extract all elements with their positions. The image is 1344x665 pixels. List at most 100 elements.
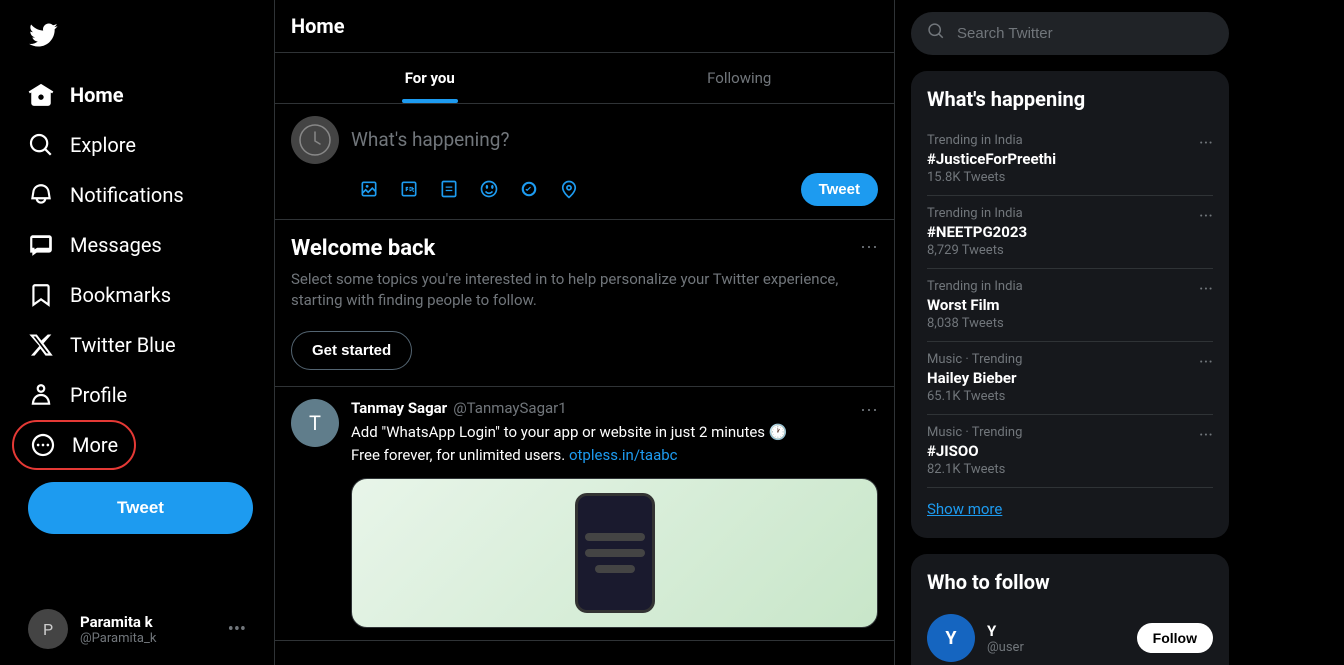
tweet-more-button[interactable]: ··· bbox=[860, 399, 878, 420]
compose-box: What's happening? bbox=[275, 104, 894, 220]
welcome-card-more-button[interactable]: ··· bbox=[860, 236, 878, 257]
trend-context-3: Music · Trending bbox=[927, 352, 1022, 367]
trend-count-4: 82.1K Tweets bbox=[927, 462, 1022, 477]
user-info: Paramita k @Paramita_k bbox=[80, 613, 228, 646]
welcome-card: ··· Welcome back Select some topics you'… bbox=[275, 220, 894, 387]
trend-more-icon-3[interactable]: ··· bbox=[1199, 352, 1213, 373]
main-header: Home bbox=[275, 0, 894, 53]
compose-actions: Tweet bbox=[351, 171, 878, 207]
sidebar-item-twitter-blue[interactable]: Twitter Blue bbox=[12, 320, 192, 370]
compose-emoji-icon[interactable] bbox=[471, 171, 507, 207]
notifications-icon bbox=[28, 182, 54, 208]
get-started-button[interactable]: Get started bbox=[291, 331, 412, 370]
trend-item-3[interactable]: Music · Trending Hailey Bieber 65.1K Twe… bbox=[927, 342, 1213, 415]
compose-avatar bbox=[291, 116, 339, 164]
follow-button-0[interactable]: Follow bbox=[1137, 623, 1213, 653]
trending-card: What's happening Trending in India #Just… bbox=[911, 71, 1229, 538]
sidebar-item-profile[interactable]: Profile bbox=[12, 370, 143, 420]
sidebar-item-notifications[interactable]: Notifications bbox=[12, 170, 200, 220]
tweet-user-info: Tanmay Sagar @TanmaySagar1 bbox=[351, 399, 567, 417]
compose-right: What's happening? bbox=[351, 116, 878, 207]
tab-for-you[interactable]: For you bbox=[275, 53, 585, 103]
trend-context-0: Trending in India bbox=[927, 133, 1056, 148]
trend-name-4: #JISOO bbox=[927, 442, 1022, 460]
messages-icon bbox=[28, 232, 54, 258]
show-more-link[interactable]: Show more bbox=[927, 488, 1213, 522]
sidebar-item-notifications-label: Notifications bbox=[70, 183, 184, 207]
home-icon bbox=[28, 82, 54, 108]
tab-following[interactable]: Following bbox=[585, 53, 895, 103]
sidebar-item-twitter-blue-label: Twitter Blue bbox=[70, 333, 176, 357]
trend-name-3: Hailey Bieber bbox=[927, 369, 1022, 387]
trend-more-icon-0[interactable]: ··· bbox=[1199, 133, 1213, 154]
welcome-title: Welcome back bbox=[291, 236, 878, 261]
home-title: Home bbox=[291, 14, 345, 38]
trend-context-2: Trending in India bbox=[927, 279, 1023, 294]
sidebar-item-home-label: Home bbox=[70, 83, 124, 107]
follow-handle-0: @user bbox=[987, 640, 1125, 655]
trend-count-3: 65.1K Tweets bbox=[927, 389, 1022, 404]
phone-mockup bbox=[575, 493, 655, 613]
right-sidebar: What's happening Trending in India #Just… bbox=[895, 0, 1245, 665]
user-handle: @Paramita_k bbox=[80, 631, 228, 646]
bookmarks-icon bbox=[28, 282, 54, 308]
follow-info-0: Y @user bbox=[987, 622, 1125, 655]
compose-tweet-button[interactable]: Tweet bbox=[801, 173, 878, 206]
compose-schedule-icon[interactable] bbox=[511, 171, 547, 207]
tweet-card: T Tanmay Sagar @TanmaySagar1 ··· Add "Wh… bbox=[275, 387, 894, 641]
compose-placeholder[interactable]: What's happening? bbox=[351, 116, 878, 171]
follow-name-0: Y bbox=[987, 622, 1125, 640]
tweet-link[interactable]: otpless.in/taabc bbox=[569, 446, 678, 464]
tweet-button[interactable]: Tweet bbox=[28, 482, 253, 534]
trend-item-1[interactable]: Trending in India #NEETPG2023 8,729 Twee… bbox=[927, 196, 1213, 269]
tweet-avatar: T bbox=[291, 399, 339, 447]
user-menu-icon: ••• bbox=[228, 619, 246, 640]
twitter-blue-icon bbox=[28, 332, 54, 358]
compose-image-icon[interactable] bbox=[351, 171, 387, 207]
trend-name-2: Worst Film bbox=[927, 296, 1023, 314]
sidebar-item-messages[interactable]: Messages bbox=[12, 220, 178, 270]
compose-list-icon[interactable] bbox=[431, 171, 467, 207]
trend-item-0[interactable]: Trending in India #JusticeForPreethi 15.… bbox=[927, 123, 1213, 196]
trend-item-2[interactable]: Trending in India Worst Film 8,038 Tweet… bbox=[927, 269, 1213, 342]
follow-avatar-0: Y bbox=[927, 614, 975, 662]
trend-count-0: 15.8K Tweets bbox=[927, 170, 1056, 185]
tweet-handle: @TanmaySagar1 bbox=[453, 399, 567, 417]
who-to-follow-title: Who to follow bbox=[927, 570, 1213, 594]
main-content: Home For you Following What's happening? bbox=[275, 0, 895, 665]
sidebar-item-explore-label: Explore bbox=[70, 133, 136, 157]
twitter-logo[interactable] bbox=[12, 8, 262, 66]
welcome-desc: Select some topics you're interested in … bbox=[291, 269, 878, 311]
sidebar-item-more-label: More bbox=[72, 433, 118, 457]
compose-icons bbox=[351, 171, 587, 207]
sidebar: Home Explore Notifications Messages Book… bbox=[0, 0, 275, 665]
who-to-follow-card: Who to follow Y Y @user Follow bbox=[911, 554, 1229, 665]
trend-context-1: Trending in India bbox=[927, 206, 1027, 221]
trend-item-4[interactable]: Music · Trending #JISOO 82.1K Tweets ··· bbox=[927, 415, 1213, 488]
tweet-username: Tanmay Sagar bbox=[351, 399, 447, 417]
trend-count-1: 8,729 Tweets bbox=[927, 243, 1027, 258]
sidebar-item-explore[interactable]: Explore bbox=[12, 120, 152, 170]
profile-icon bbox=[28, 382, 54, 408]
sidebar-item-more[interactable]: More bbox=[12, 420, 136, 470]
trend-more-icon-4[interactable]: ··· bbox=[1199, 425, 1213, 446]
sidebar-item-bookmarks-label: Bookmarks bbox=[70, 283, 171, 307]
trend-more-icon-2[interactable]: ··· bbox=[1199, 279, 1213, 300]
compose-location-icon[interactable] bbox=[551, 171, 587, 207]
tweet-text: Add "WhatsApp Login" to your app or webs… bbox=[351, 421, 878, 466]
trend-context-4: Music · Trending bbox=[927, 425, 1022, 440]
search-box bbox=[911, 12, 1229, 55]
trending-title: What's happening bbox=[927, 87, 1213, 111]
explore-icon bbox=[28, 132, 54, 158]
compose-gif-icon[interactable] bbox=[391, 171, 427, 207]
tweet-header-row: Tanmay Sagar @TanmaySagar1 ··· bbox=[351, 399, 878, 417]
sidebar-item-home[interactable]: Home bbox=[12, 70, 140, 120]
user-profile-bar[interactable]: P Paramita k @Paramita_k ••• bbox=[12, 601, 262, 657]
more-icon bbox=[30, 432, 56, 458]
trend-name-1: #NEETPG2023 bbox=[927, 223, 1027, 241]
search-input[interactable] bbox=[957, 25, 1213, 42]
trend-more-icon-1[interactable]: ··· bbox=[1199, 206, 1213, 227]
sidebar-item-bookmarks[interactable]: Bookmarks bbox=[12, 270, 187, 320]
tweet-image bbox=[351, 478, 878, 628]
follow-item-0: Y Y @user Follow bbox=[927, 606, 1213, 665]
